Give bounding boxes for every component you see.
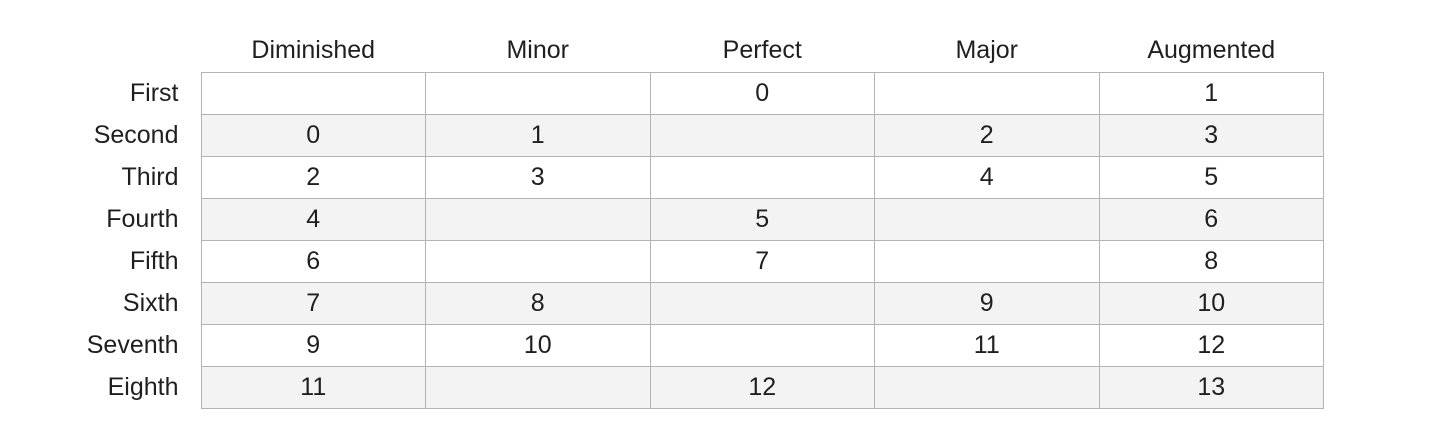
column-header-minor: Minor	[506, 35, 569, 64]
table-cell: 7	[649, 240, 875, 283]
table-cell: 4	[874, 156, 1100, 199]
column-header-major: Major	[955, 35, 1018, 64]
table-cell	[425, 366, 651, 409]
table-row: Sixth 7 8 9 10	[60, 282, 1324, 325]
table-body: First 0 1 Second 0 1 2 3 Third 2 3 4 5 F…	[60, 72, 1324, 409]
table-cell: 11	[200, 366, 426, 409]
table-cell: 5	[1098, 156, 1324, 199]
table-row: Fourth 4 5 6	[60, 198, 1324, 241]
table-header: Diminished Minor Perfect Major Augmented	[60, 28, 1324, 73]
table-row: Third 2 3 4 5	[60, 156, 1324, 199]
table-row: Fifth 6 7 8	[60, 240, 1324, 283]
table-cell: 11	[874, 324, 1100, 367]
table-row: First 0 1	[60, 72, 1324, 115]
table-cell: 1	[425, 114, 651, 157]
row-header-first: First	[60, 72, 201, 115]
table-cell: 8	[425, 282, 651, 325]
table-cell: 7	[200, 282, 426, 325]
table-cell	[425, 72, 651, 115]
row-header-sixth: Sixth	[60, 282, 201, 325]
table-cell	[649, 156, 875, 199]
table-cell	[874, 198, 1100, 241]
table-cell	[425, 198, 651, 241]
row-header-eighth: Eighth	[60, 366, 201, 409]
interval-semitone-table: Diminished Minor Perfect Major Augmented…	[60, 28, 1324, 409]
table-cell: 10	[1098, 282, 1324, 325]
table-row: Eighth 11 12 13	[60, 366, 1324, 409]
table-cell: 4	[200, 198, 426, 241]
row-header-seventh: Seventh	[60, 324, 201, 367]
table-cell: 13	[1098, 366, 1324, 409]
table-row: Second 0 1 2 3	[60, 114, 1324, 157]
table-cell: 0	[649, 72, 875, 115]
row-header-third: Third	[60, 156, 201, 199]
column-header-perfect: Perfect	[722, 35, 802, 64]
table-cell: 12	[649, 366, 875, 409]
table-cell	[649, 324, 875, 367]
corner-cell	[60, 28, 201, 73]
column-header-diminished: Diminished	[251, 35, 376, 64]
table-cell: 12	[1098, 324, 1324, 367]
table-cell	[874, 366, 1100, 409]
table-row: Seventh 9 10 11 12	[60, 324, 1324, 367]
table-cell: 2	[200, 156, 426, 199]
table-cell: 9	[200, 324, 426, 367]
table-cell: 10	[425, 324, 651, 367]
table-cell: 3	[425, 156, 651, 199]
table-cell	[874, 240, 1100, 283]
row-header-fourth: Fourth	[60, 198, 201, 241]
table-cell: 3	[1098, 114, 1324, 157]
table-cell: 6	[1098, 198, 1324, 241]
table-cell	[649, 114, 875, 157]
table-cell: 9	[874, 282, 1100, 325]
column-header-augmented: Augmented	[1147, 35, 1276, 64]
table-cell: 8	[1098, 240, 1324, 283]
table-cell	[425, 240, 651, 283]
table-cell: 6	[200, 240, 426, 283]
table-cell: 5	[649, 198, 875, 241]
row-header-fifth: Fifth	[60, 240, 201, 283]
table-cell: 2	[874, 114, 1100, 157]
row-header-second: Second	[60, 114, 201, 157]
table-cell	[874, 72, 1100, 115]
table-cell	[200, 72, 426, 115]
table-cell: 0	[200, 114, 426, 157]
header-row: Diminished Minor Perfect Major Augmented	[60, 28, 1324, 73]
table-cell	[649, 282, 875, 325]
table-cell: 1	[1098, 72, 1324, 115]
